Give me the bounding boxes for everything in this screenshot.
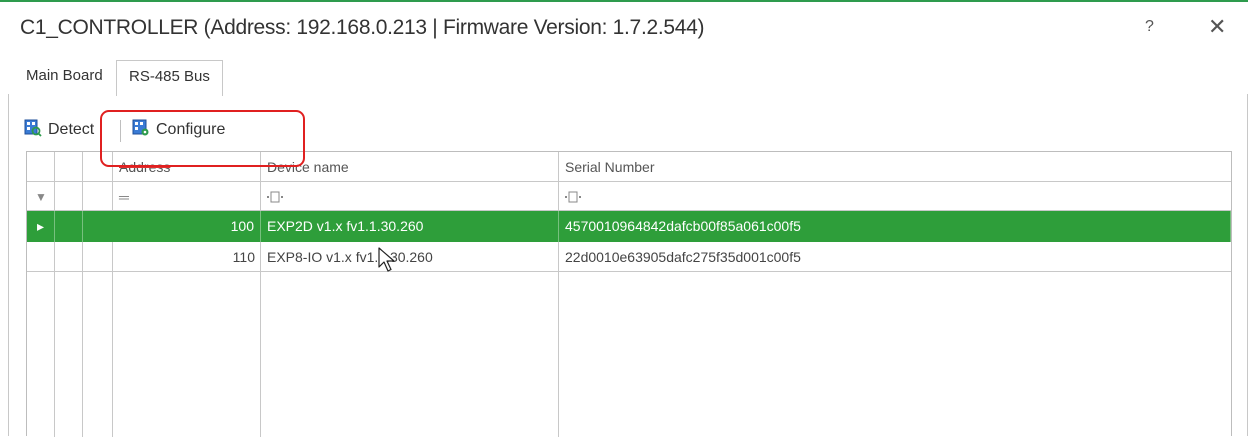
column-header-serial-number[interactable]: Serial Number — [559, 152, 1231, 181]
devices-grid: Address Device name Serial Number ▼ ═ ▸ … — [26, 151, 1232, 437]
detect-icon — [24, 119, 42, 137]
filter-icon — [267, 191, 283, 203]
row-indicator: ▸ — [27, 211, 55, 242]
detect-button[interactable]: Detect — [24, 116, 94, 144]
grid-header-row: Address Device name Serial Number — [27, 152, 1231, 182]
cell-address: 110 — [232, 249, 255, 265]
cell-serial-number: 22d0010e63905dafc275f35d001c00f5 — [565, 249, 801, 265]
address-filter-operator: ═ — [119, 189, 129, 205]
tab-bar: Main Board RS-485 Bus — [10, 60, 1242, 96]
cell-device-name: EXP8-IO v1.x fv1.0.30.260 — [267, 249, 433, 265]
grid-filter-row: ▼ ═ — [27, 182, 1231, 211]
row-select-cell[interactable] — [55, 242, 83, 271]
cell-serial-number: 4570010964842dafcb00f85a061c00f5 — [559, 211, 1231, 242]
serial-filter-input[interactable] — [559, 182, 1231, 210]
configure-label: Configure — [156, 121, 226, 138]
configure-icon — [132, 119, 149, 136]
window-title: C1_CONTROLLER (Address: 192.168.0.213 | … — [20, 16, 705, 39]
table-row[interactable]: ▸ 100 EXP2D v1.x fv1.1.30.260 4570010964… — [27, 211, 1231, 242]
configure-button[interactable]: Configure — [132, 116, 225, 144]
window-top-accent — [0, 0, 1248, 2]
column-header-device-name[interactable]: Device name — [261, 152, 559, 181]
help-button[interactable]: ? — [1145, 18, 1154, 36]
column-header-address-label: Address — [119, 159, 171, 175]
tab-main-board[interactable]: Main Board — [14, 60, 115, 94]
row-indicator — [27, 242, 55, 271]
address-filter-input[interactable]: ═ — [113, 182, 261, 210]
row-select-cell[interactable] — [55, 211, 83, 242]
filter-row-indicator: ▼ — [35, 190, 47, 204]
device-name-filter-input[interactable] — [261, 182, 559, 210]
filter-icon — [565, 191, 581, 203]
toolbar-separator — [120, 120, 121, 142]
cell-device-name: EXP2D v1.x fv1.1.30.260 — [261, 211, 559, 242]
tab-rs-485-bus[interactable]: RS-485 Bus — [116, 60, 223, 96]
cell-address: 100 — [113, 211, 261, 242]
column-header-address[interactable]: Address — [113, 152, 261, 181]
close-button[interactable]: ✕ — [1208, 14, 1226, 40]
table-row[interactable]: 110 EXP8-IO v1.x fv1.0.30.260 22d0010e63… — [27, 242, 1231, 272]
detect-label: Detect — [48, 121, 95, 138]
